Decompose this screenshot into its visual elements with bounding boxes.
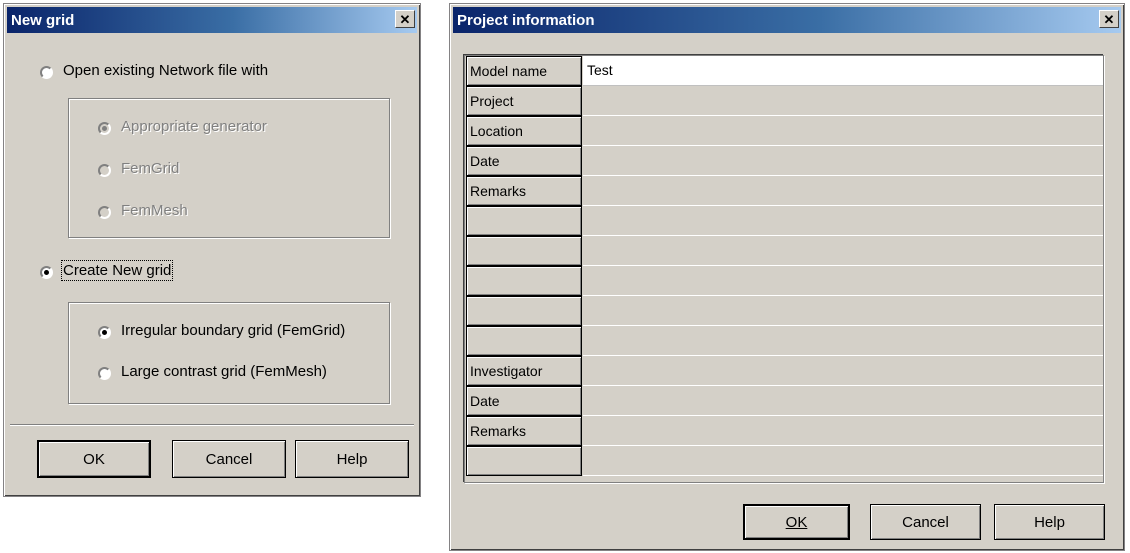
table-row: Remarks [465,416,1103,446]
table-row [465,266,1103,296]
table-row: Model name Test [465,56,1103,86]
project-info-help-button[interactable]: Help [994,504,1105,540]
new-grid-titlebar[interactable]: New grid ✕ [7,7,417,33]
generator-group: Appropriate generator FemGrid FemMesh [68,98,390,238]
project-info-grid[interactable]: Model name Test Project Location Date Re… [464,55,1104,483]
grid-type-group: Irregular boundary grid (FemGrid) Large … [68,302,390,404]
close-icon: ✕ [399,11,411,27]
row-value-field[interactable] [583,296,1103,326]
new-grid-help-button[interactable]: Help [295,440,409,478]
row-value-field[interactable] [583,176,1103,206]
row-header: Model name [466,56,582,86]
generator-radio-appropriate [98,122,111,135]
generator-label-femgrid: FemGrid [121,160,180,177]
cancel-label: Cancel [902,513,949,531]
row-header: Date [466,386,582,416]
close-icon: ✕ [1103,11,1115,27]
row-header: Remarks [466,416,582,446]
project-info-close-button[interactable]: ✕ [1099,10,1119,28]
project-info-title: Project information [457,11,595,29]
generator-radio-femmesh [98,206,111,219]
row-value-field[interactable] [583,326,1103,356]
table-row: Project [465,86,1103,116]
table-row: Remarks [465,176,1103,206]
row-value-field[interactable]: Test [583,56,1103,86]
project-info-dialog: Project information ✕ Model name Test Pr… [449,3,1125,551]
grid-label-irregular[interactable]: Irregular boundary grid (FemGrid) [121,322,345,339]
table-row: Date [465,386,1103,416]
generator-radio-femgrid [98,164,111,177]
new-grid-dialog: New grid ✕ Open existing Network file wi… [3,3,421,497]
row-header [466,296,582,326]
create-new-radio[interactable] [40,266,53,279]
table-row [465,236,1103,266]
table-row [465,326,1103,356]
new-grid-close-button[interactable]: ✕ [395,10,415,28]
project-info-cancel-button[interactable]: Cancel [870,504,981,540]
grid-radio-irregular[interactable] [98,326,111,339]
row-header: Investigator [466,356,582,386]
row-value-field[interactable] [583,266,1103,296]
table-row [465,296,1103,326]
row-value-field[interactable] [583,356,1103,386]
row-header [466,326,582,356]
new-grid-cancel-button[interactable]: Cancel [172,440,286,478]
row-header [466,446,582,476]
table-row: Investigator [465,356,1103,386]
project-info-ok-button[interactable]: OK [743,504,850,540]
row-value-field[interactable] [583,446,1103,476]
row-header: Location [466,116,582,146]
help-label: Help [1034,513,1065,531]
row-value-field[interactable] [583,206,1103,236]
row-value-field[interactable] [583,86,1103,116]
row-value-field[interactable] [583,236,1103,266]
table-row [465,206,1103,236]
generator-label-femmesh: FemMesh [121,202,188,219]
row-header: Project [466,86,582,116]
row-value-field[interactable] [583,386,1103,416]
create-new-label[interactable]: Create New grid [60,260,174,281]
open-existing-radio[interactable] [40,66,53,79]
new-grid-separator [10,424,414,426]
row-value-field[interactable] [583,416,1103,446]
row-header: Date [466,146,582,176]
generator-label-appropriate: Appropriate generator [121,118,267,135]
open-existing-label[interactable]: Open existing Network file with [63,62,268,79]
project-info-titlebar[interactable]: Project information ✕ [453,7,1121,33]
row-header: Remarks [466,176,582,206]
ok-label: OK [785,513,808,531]
grid-label-large-contrast[interactable]: Large contrast grid (FemMesh) [121,363,327,380]
row-header [466,206,582,236]
row-value-field[interactable] [583,116,1103,146]
table-row: Date [465,146,1103,176]
new-grid-ok-button[interactable]: OK [37,440,151,478]
table-row [465,446,1103,476]
row-header [466,266,582,296]
table-row: Location [465,116,1103,146]
grid-radio-large-contrast[interactable] [98,367,111,380]
row-value-field[interactable] [583,146,1103,176]
new-grid-title: New grid [11,11,75,29]
row-header [466,236,582,266]
